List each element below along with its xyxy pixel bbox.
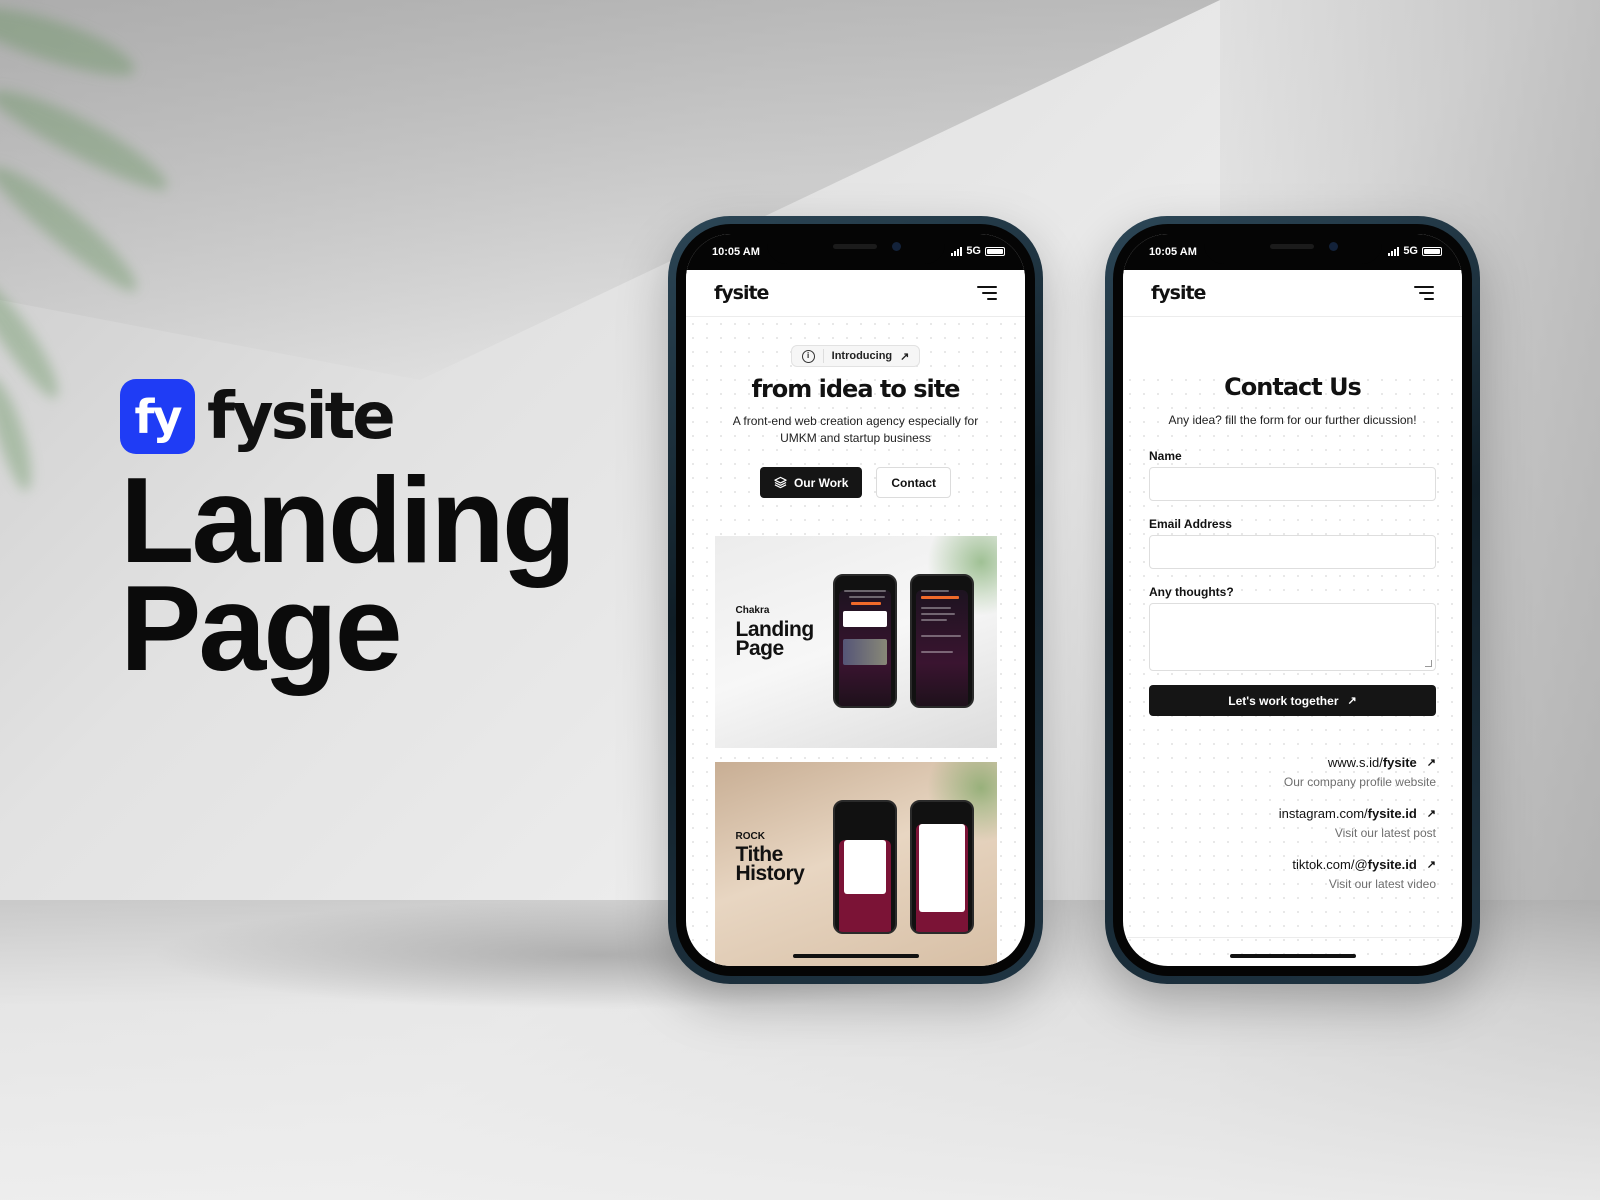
nav-logo[interactable]: fysite: [714, 282, 769, 304]
status-time: 10:05 AM: [1149, 246, 1197, 258]
link-item[interactable]: instagram.com/fysite.id ↗ Visit our late…: [1149, 805, 1436, 840]
footer-divider: [1123, 937, 1462, 938]
signal-icon: [1388, 246, 1400, 256]
phone-bezel: 10:05 AM 5G fysite i Introducing ↗ from …: [676, 224, 1035, 976]
introducing-pill[interactable]: i Introducing ↗: [790, 345, 921, 367]
phone-mockup-contact: 10:05 AM 5G fysite Contact Us Any idea? …: [1105, 216, 1480, 984]
phone-notch: [1203, 234, 1382, 264]
link-description: Visit our latest video: [1328, 877, 1436, 891]
project-preview-phone: [909, 800, 974, 934]
project-preview-screen: [838, 590, 891, 706]
link-handle: fysite: [1382, 755, 1417, 770]
hero-title-line: Page: [120, 560, 403, 696]
speaker-icon: [1269, 244, 1314, 249]
submit-button[interactable]: Let's work together ↗: [1149, 685, 1436, 716]
thoughts-textarea[interactable]: [1149, 603, 1436, 671]
status-time: 10:05 AM: [712, 246, 760, 258]
link-url[interactable]: www.s.id/fysite ↗: [1328, 755, 1436, 770]
project-card-title: Tithe History: [735, 844, 805, 885]
link-item[interactable]: tiktok.com/@fysite.id ↗ Visit our latest…: [1149, 856, 1436, 891]
project-preview-phone: [909, 574, 974, 708]
contact-subtitle: Any idea? fill the form for our further …: [1168, 413, 1417, 427]
battery-icon: [1422, 246, 1442, 256]
arrow-up-right-icon: ↗: [900, 350, 910, 363]
project-card-subtitle: ROCK: [735, 831, 765, 842]
status-right: 5G: [1388, 245, 1442, 257]
phone-screen: 10:05 AM 5G fysite Contact Us Any idea? …: [1123, 234, 1462, 966]
phone-screen: 10:05 AM 5G fysite i Introducing ↗ from …: [686, 234, 1025, 966]
network-label: 5G: [1403, 245, 1418, 257]
phone-notch: [766, 234, 945, 264]
link-handle: fysite.id: [1367, 806, 1417, 821]
link-handle: fysite.id: [1367, 857, 1417, 872]
our-work-label: Our Work: [793, 475, 849, 490]
home-content: i Introducing ↗ from idea to site A fron…: [686, 317, 1025, 966]
contact-content: Contact Us Any idea? fill the form for o…: [1123, 373, 1462, 966]
camera-icon: [891, 242, 901, 251]
status-right: 5G: [951, 245, 1005, 257]
project-card-title-line: Page: [735, 637, 785, 660]
email-field[interactable]: [1149, 535, 1436, 569]
link-description: Visit our latest post: [1334, 826, 1436, 840]
contact-links: www.s.id/fysite ↗ Our company profile we…: [1149, 754, 1436, 891]
nav-logo[interactable]: fysite: [1151, 282, 1206, 304]
arrow-up-right-icon: ↗: [1426, 859, 1436, 871]
link-item[interactable]: www.s.id/fysite ↗ Our company profile we…: [1149, 754, 1436, 789]
pill-label: Introducing: [831, 350, 893, 362]
camera-icon: [1328, 242, 1338, 251]
submit-label: Let's work together: [1228, 693, 1339, 708]
project-preview-screen: [915, 824, 968, 932]
home-indicator[interactable]: [1229, 954, 1356, 958]
email-label: Email Address: [1149, 517, 1232, 531]
brand-logo-icon: fy: [120, 379, 195, 454]
home-button-row: Our Work Contact: [686, 467, 1025, 498]
phone-mockup-home: 10:05 AM 5G fysite i Introducing ↗ from …: [668, 216, 1043, 984]
link-prefix: www.s.id/: [1327, 755, 1383, 770]
home-subtitle: A front-end web creation agency especial…: [732, 414, 979, 445]
project-card-chakra[interactable]: Chakra Landing Page: [714, 536, 997, 748]
project-card-title: Landing Page: [735, 619, 815, 660]
hero-title-line: Landing: [120, 452, 576, 588]
phone-bezel: 10:05 AM 5G fysite Contact Us Any idea? …: [1113, 224, 1472, 976]
project-preview-phone: [832, 800, 897, 934]
contact-button[interactable]: Contact: [876, 467, 952, 498]
arrow-up-right-icon: ↗: [1426, 808, 1436, 820]
contact-title: Contact Us: [1224, 373, 1362, 401]
project-card-subtitle: Chakra: [735, 605, 770, 616]
arrow-up-right-icon: ↗: [1347, 695, 1357, 707]
project-preview-screen: [915, 590, 968, 706]
home-indicator[interactable]: [792, 954, 919, 958]
project-preview-phone: [832, 574, 897, 708]
menu-icon[interactable]: [1414, 286, 1434, 300]
brand-header: fy fysite: [120, 379, 396, 454]
arrow-up-right-icon: ↗: [1426, 757, 1436, 769]
speaker-icon: [832, 244, 877, 249]
name-label: Name: [1149, 449, 1182, 463]
hero-title: Landing Page: [120, 452, 600, 696]
link-prefix: instagram.com/: [1278, 806, 1368, 821]
battery-icon: [985, 246, 1005, 256]
thoughts-label: Any thoughts?: [1149, 585, 1234, 599]
link-url[interactable]: tiktok.com/@fysite.id ↗: [1292, 857, 1436, 872]
layers-icon: [774, 476, 787, 489]
signal-icon: [951, 246, 963, 256]
home-title: from idea to site: [751, 375, 961, 403]
contact-label: Contact: [891, 475, 937, 490]
info-icon: i: [801, 349, 815, 363]
link-prefix: tiktok.com/@: [1292, 857, 1368, 872]
our-work-button[interactable]: Our Work: [759, 467, 863, 498]
pill-divider: [822, 349, 824, 363]
background-leaf: [0, 371, 41, 495]
menu-icon[interactable]: [977, 286, 997, 300]
network-label: 5G: [966, 245, 981, 257]
project-card-title-line: History: [735, 862, 805, 885]
project-card-rock[interactable]: ROCK Tithe History: [714, 762, 997, 966]
app-navbar: fysite: [686, 270, 1025, 317]
app-navbar: fysite: [1123, 270, 1462, 317]
brand-name: fysite: [207, 379, 396, 454]
link-description: Our company profile website: [1283, 775, 1436, 789]
link-url[interactable]: instagram.com/fysite.id ↗: [1279, 806, 1436, 821]
name-field[interactable]: [1149, 467, 1436, 501]
project-preview-screen: [838, 840, 891, 932]
